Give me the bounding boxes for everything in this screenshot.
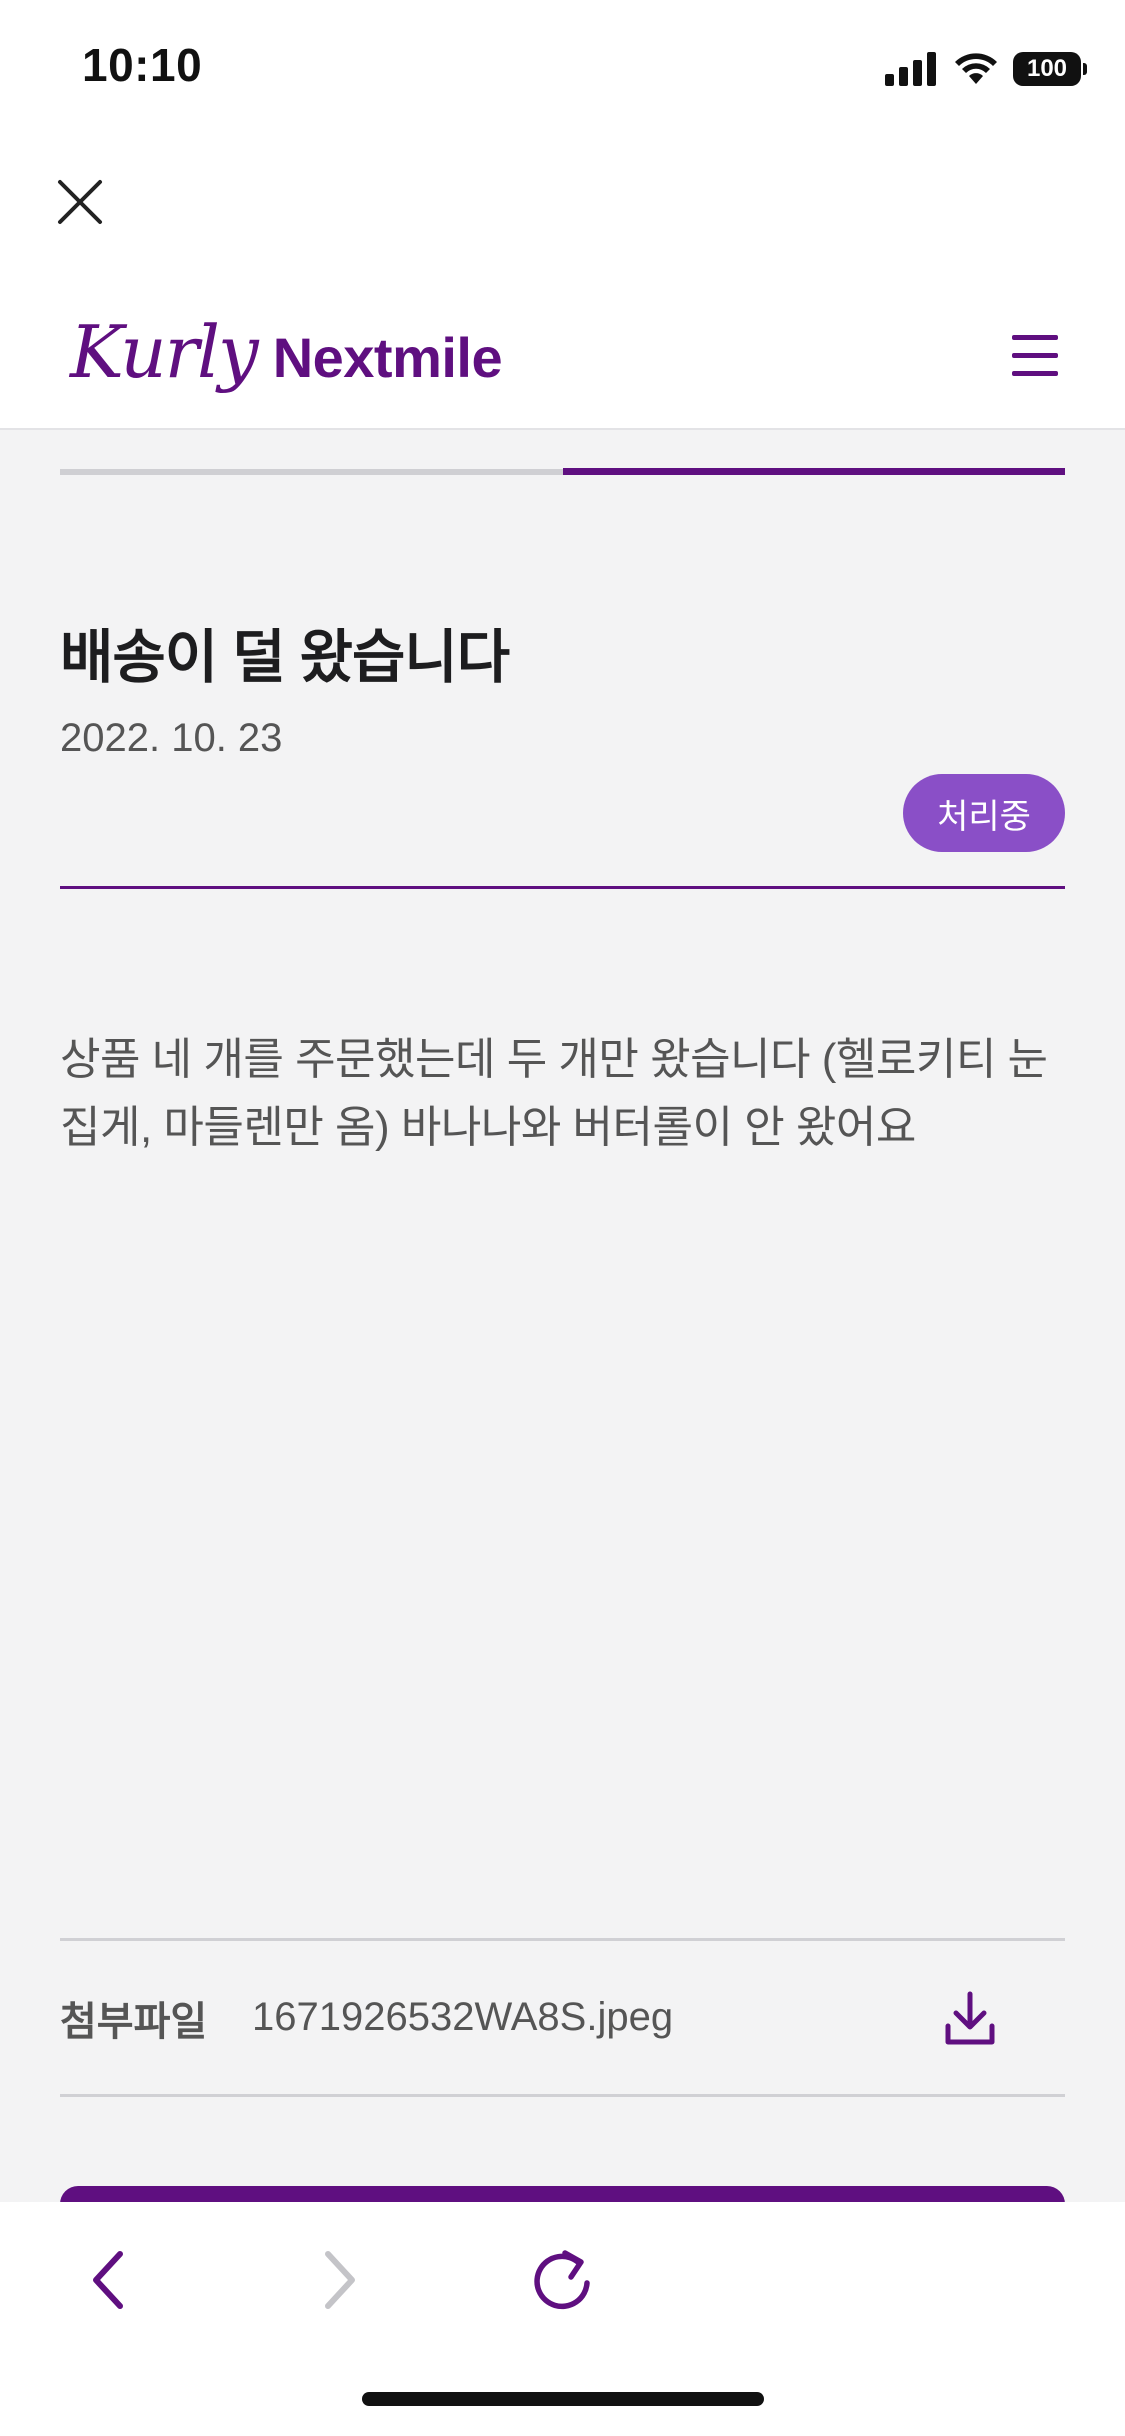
site-header: Kurly Nextmile — [0, 290, 1125, 430]
logo-word: Nextmile — [272, 326, 503, 389]
close-button[interactable] — [48, 170, 112, 234]
hamburger-menu-icon — [1012, 335, 1058, 376]
status-icons: 100 — [885, 48, 1087, 90]
logo-script: Kurly — [70, 310, 259, 394]
download-icon — [945, 1991, 995, 2044]
status-bar: 10:10 100 — [0, 0, 1125, 140]
attachment-row: 첨부파일 1671926532WA8S.jpeg — [60, 1941, 1065, 2094]
status-badge: 처리중 — [903, 774, 1065, 852]
post-date: 2022. 10. 23 — [60, 716, 283, 760]
signal-icon — [885, 52, 936, 86]
close-icon — [58, 180, 102, 224]
download-button[interactable] — [935, 1983, 1005, 2053]
wifi-icon — [955, 53, 997, 84]
forward-button[interactable] — [300, 2240, 380, 2320]
modal-top-bar — [0, 140, 1125, 290]
tab-indicator — [60, 468, 1065, 475]
attachment-label: 첨부파일 — [60, 1999, 208, 2044]
attachment-divider-bottom — [60, 2094, 1065, 2097]
back-icon — [93, 2251, 123, 2309]
back-button[interactable] — [68, 2240, 148, 2320]
menu-button[interactable] — [1005, 326, 1065, 386]
title-divider — [60, 886, 1065, 889]
home-indicator — [362, 2392, 764, 2406]
post-body: 상품 네 개를 주문했는데 두 개만 왔습니다 (헬로키티 눈 집게, 마들렌만… — [60, 1035, 1048, 1152]
reload-button[interactable] — [522, 2240, 602, 2320]
battery-icon: 100 — [1013, 52, 1087, 86]
status-time: 10:10 — [82, 39, 203, 91]
tab-indicator-active — [563, 468, 1065, 475]
battery-level: 100 — [1026, 55, 1068, 82]
kurly-nextmile-logo[interactable]: Kurly Nextmile — [70, 310, 503, 394]
attachment-filename[interactable]: 1671926532WA8S.jpeg — [252, 1995, 935, 2040]
reload-icon — [534, 2250, 590, 2310]
post-title: 배송이 덜 왔습니다 — [60, 625, 510, 690]
forward-icon — [325, 2251, 355, 2309]
